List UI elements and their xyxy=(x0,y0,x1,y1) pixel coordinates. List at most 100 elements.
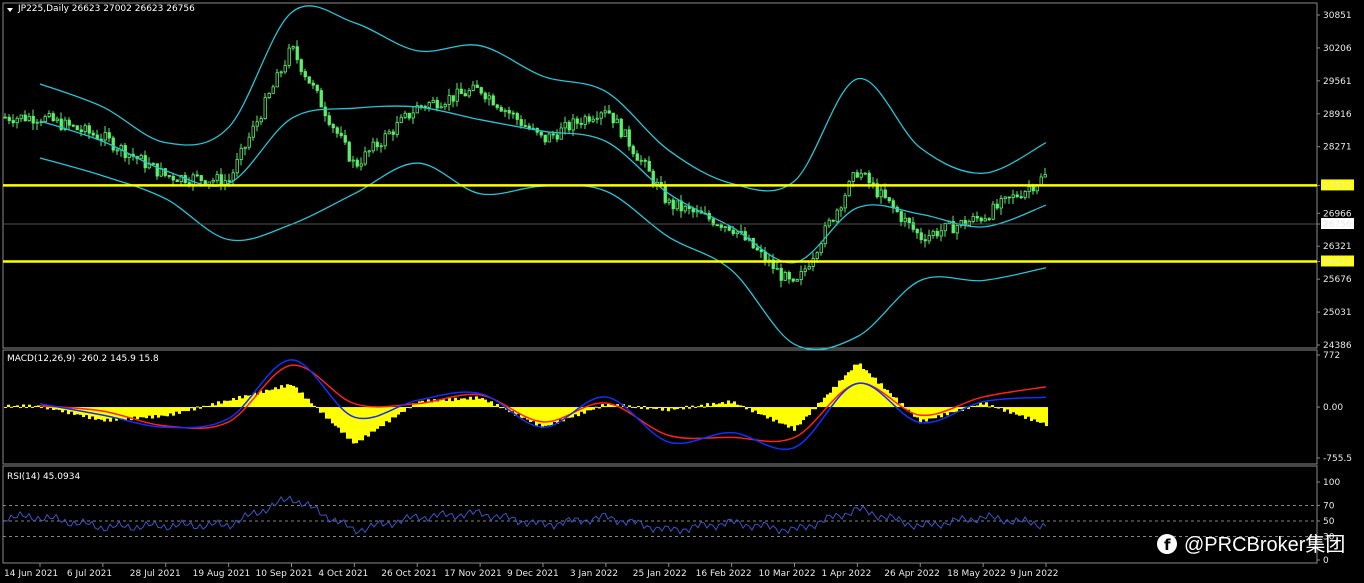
macd-histogram-bar xyxy=(667,407,670,412)
macd-histogram-bar xyxy=(499,407,502,409)
macd-histogram-bar xyxy=(733,401,736,408)
macd-histogram-bar xyxy=(136,407,139,420)
macd-histogram-bar xyxy=(679,407,682,409)
macd-histogram-bar xyxy=(604,406,607,408)
macd-histogram-bar xyxy=(916,407,919,418)
candle-body xyxy=(615,118,619,124)
macd-histogram-bar xyxy=(289,384,292,408)
candle-body xyxy=(955,225,959,234)
macd-histogram-bar xyxy=(292,385,295,408)
candle-body xyxy=(471,84,475,91)
macd-histogram-bar xyxy=(262,392,265,408)
date-tick-label: 6 Jul 2021 xyxy=(67,569,112,579)
macd-histogram-bar xyxy=(202,405,205,408)
candle-body xyxy=(511,112,515,115)
macd-histogram-bar xyxy=(22,404,25,408)
macd-histogram-bar xyxy=(1036,407,1039,422)
candle-body xyxy=(515,113,519,120)
candle-body xyxy=(227,180,231,183)
macd-histogram-bar xyxy=(628,405,631,408)
candle-body xyxy=(411,112,415,119)
macd-histogram-bar xyxy=(445,400,448,408)
macd-histogram-bar xyxy=(1039,407,1042,423)
price-tick-label: 30851 xyxy=(1323,11,1352,21)
macd-tick-label: -755.5 xyxy=(1323,454,1352,464)
macd-histogram-bar xyxy=(787,407,790,428)
macd-histogram-bar xyxy=(493,405,496,408)
macd-histogram-bar xyxy=(850,370,853,408)
macd-histogram-bar xyxy=(154,407,157,416)
candle-body xyxy=(23,114,27,122)
candle-body xyxy=(111,137,115,151)
date-tick-label: 9 Jun 2022 xyxy=(1010,569,1058,579)
macd-histogram-bar xyxy=(754,407,757,411)
macd-histogram-bar xyxy=(205,405,208,408)
candle-body xyxy=(691,208,695,213)
price-title-group: JP225,Daily 26623 27002 26623 26756 xyxy=(7,4,195,14)
candle-body xyxy=(899,211,903,222)
macd-histogram-bar xyxy=(793,407,796,431)
macd-histogram-bar xyxy=(355,407,358,444)
macd-histogram-bar xyxy=(817,402,820,408)
candle-body xyxy=(1031,186,1035,192)
macd-histogram-bar xyxy=(496,404,499,408)
macd-histogram-bar xyxy=(823,397,826,408)
macd-histogram-bar xyxy=(196,406,199,408)
candle-body xyxy=(591,118,595,122)
macd-histogram-bar xyxy=(718,403,721,408)
candle-body xyxy=(395,122,399,135)
candle-body xyxy=(267,92,271,99)
macd-histogram-bar xyxy=(688,407,691,409)
candle-body xyxy=(439,106,443,109)
macd-histogram-bar xyxy=(799,407,802,425)
macd-tick-label: 0.00 xyxy=(1323,403,1343,413)
candle-body xyxy=(935,230,939,237)
macd-histogram-bar xyxy=(367,407,370,437)
candle-body xyxy=(695,210,699,213)
macd-histogram-bar xyxy=(982,404,985,408)
macd-histogram-bar xyxy=(457,400,460,408)
candle-body xyxy=(443,104,447,108)
candle-body xyxy=(187,182,191,185)
macd-title: MACD(12,26,9) -260.2 145.9 15.8 xyxy=(7,354,159,364)
candle-body xyxy=(927,235,931,242)
macd-histogram-bar xyxy=(763,407,766,416)
candle-body xyxy=(239,147,243,160)
macd-histogram-bar xyxy=(670,407,673,409)
price-tick-label: 28916 xyxy=(1323,110,1352,120)
candle-body xyxy=(847,181,851,197)
candle-body xyxy=(487,95,491,100)
candle-body xyxy=(859,173,863,178)
macd-histogram-bar xyxy=(751,407,754,413)
candle-body xyxy=(663,185,667,203)
candle-body xyxy=(919,232,923,241)
candle-body xyxy=(207,181,211,185)
candle-body xyxy=(983,218,987,222)
macd-histogram-bar xyxy=(124,407,127,420)
macd-histogram-bar xyxy=(598,407,601,409)
macd-histogram-bar xyxy=(778,407,781,424)
candle-body xyxy=(627,129,631,147)
trading-chart[interactable]: 30851 30206 29561 28916 28271 27512 2696626756… xyxy=(0,0,1364,583)
price-tick-label: 26966 xyxy=(1323,209,1352,219)
macd-histogram-bar xyxy=(715,404,718,408)
macd-histogram-bar xyxy=(664,407,667,409)
macd-histogram-bar xyxy=(1033,407,1036,420)
macd-histogram-bar xyxy=(544,407,547,426)
macd-histogram-bar xyxy=(490,401,493,408)
macd-histogram-bar xyxy=(361,407,364,441)
price-tick-label: 25031 xyxy=(1323,308,1352,318)
macd-histogram-bar xyxy=(376,407,379,429)
macd-histogram-bar xyxy=(442,399,445,408)
candle-body xyxy=(399,116,403,123)
macd-histogram-bar xyxy=(169,407,172,414)
macd-histogram-bar xyxy=(637,406,640,408)
macd-histogram-bar xyxy=(862,368,865,408)
candle-body xyxy=(355,159,359,167)
macd-histogram-bar xyxy=(925,407,928,422)
candle-body xyxy=(115,149,119,152)
candle-body xyxy=(331,124,335,129)
candle-body xyxy=(851,172,855,182)
candle-body xyxy=(779,267,783,281)
macd-histogram-bar xyxy=(151,407,154,419)
